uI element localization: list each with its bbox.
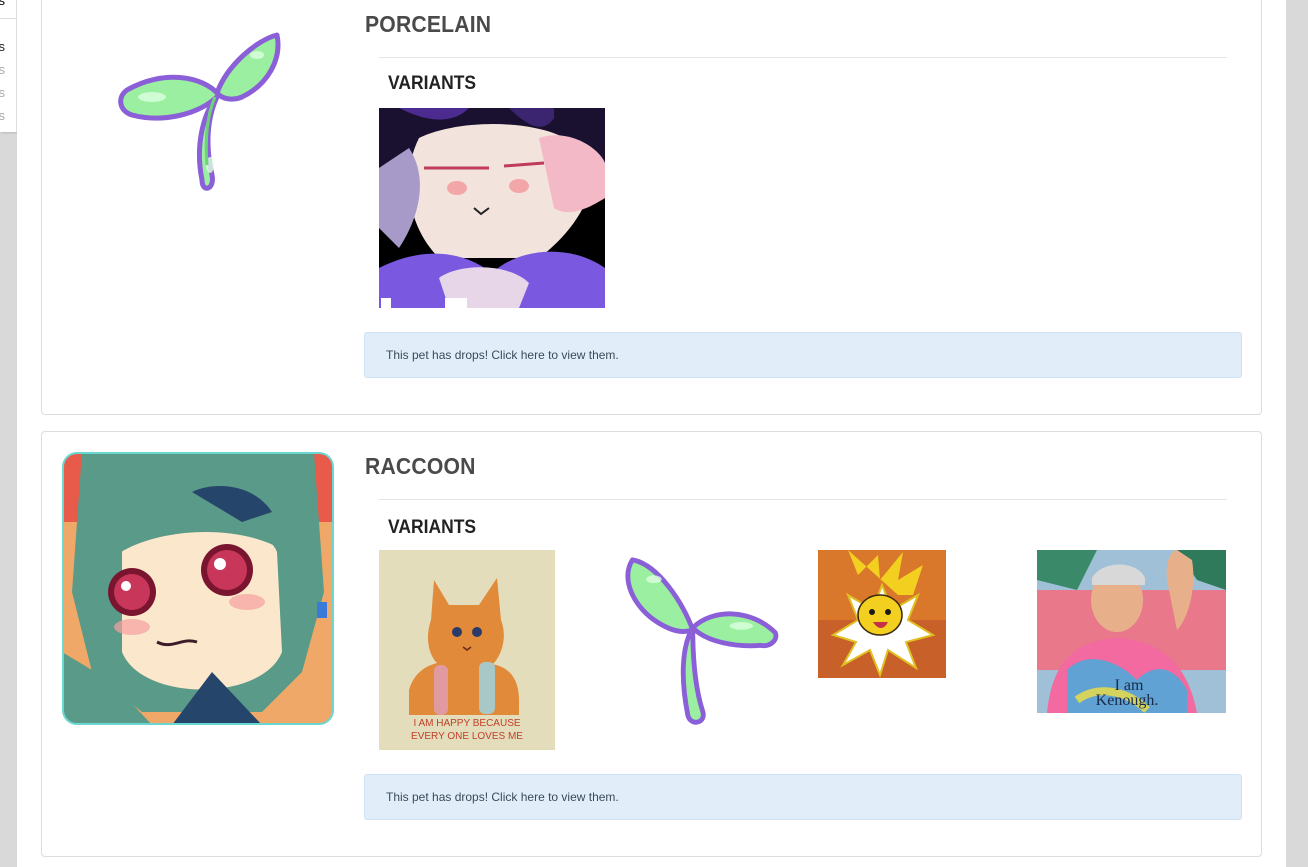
side-menu-item[interactable]: s bbox=[0, 86, 16, 100]
green-haired-character-portrait bbox=[62, 452, 334, 725]
pet-name: PORCELAIN bbox=[365, 11, 492, 37]
kitten-caption-line2: EVERY ONE LOVES ME bbox=[411, 731, 523, 742]
side-dropdown-menu: s s s s s bbox=[0, 0, 17, 132]
kitten-caption-line1: I AM HAPPY BECAUSE bbox=[413, 718, 520, 729]
sprout-icon bbox=[118, 32, 281, 191]
side-menu-item[interactable]: s bbox=[0, 40, 16, 54]
pet-name: RACCOON bbox=[365, 453, 476, 479]
hoodie-text-line2: Kenough. bbox=[1096, 692, 1159, 709]
drops-alert[interactable]: This pet has drops! Click here to view t… bbox=[364, 332, 1242, 378]
variants-heading: VARIANTS bbox=[388, 517, 477, 538]
drops-alert[interactable]: This pet has drops! Click here to view t… bbox=[364, 774, 1242, 820]
divider bbox=[379, 499, 1227, 500]
anthro-portrait-image[interactable] bbox=[379, 108, 605, 308]
orange-kitten-painting[interactable]: I AM HAPPY BECAUSE EVERY ONE LOVES ME bbox=[379, 550, 555, 750]
pet-card-raccoon: RACCOON VARIANTS I AM HAPPY BECAUSE EVER… bbox=[41, 431, 1262, 857]
divider bbox=[379, 57, 1227, 58]
side-menu-item[interactable]: s bbox=[0, 0, 16, 8]
side-menu-item[interactable]: s bbox=[0, 109, 16, 123]
variants-heading: VARIANTS bbox=[388, 73, 477, 94]
side-menu-divider bbox=[0, 18, 16, 19]
sprout-icon[interactable] bbox=[615, 550, 785, 730]
jolteon-image[interactable] bbox=[818, 550, 946, 678]
man-tiedye-hoodie-photo[interactable]: I am Kenough. bbox=[1037, 550, 1226, 713]
side-menu-item[interactable]: s bbox=[0, 63, 16, 77]
pet-card-porcelain: PORCELAIN VARIANTS This pet has drops! C… bbox=[41, 0, 1262, 415]
